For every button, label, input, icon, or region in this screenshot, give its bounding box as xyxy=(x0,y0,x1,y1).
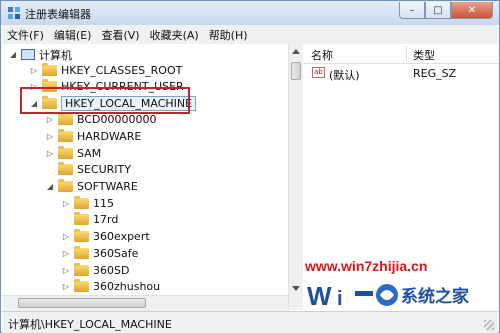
svg-text:i: i xyxy=(337,288,343,310)
tree-item-360safe[interactable]: ▷ 360Safe xyxy=(61,245,138,262)
close-button[interactable]: ✕ xyxy=(451,2,493,19)
folder-icon xyxy=(74,246,89,259)
folder-icon xyxy=(58,112,73,125)
tree-item-hkcr[interactable]: ▷ HKEY_CLASSES_ROOT xyxy=(29,62,182,79)
tree-vertical-scrollbar[interactable] xyxy=(288,44,303,310)
tree-item-360expert[interactable]: ▷ 360expert xyxy=(61,228,150,245)
folder-icon xyxy=(58,146,73,159)
tree-item-label: SAM xyxy=(77,147,102,160)
watermark-url: www.win7zhijia.cn xyxy=(305,258,428,274)
folder-icon xyxy=(74,279,89,292)
collapse-arrow-icon[interactable]: ◢ xyxy=(45,182,55,191)
expand-arrow-icon[interactable]: ▷ xyxy=(61,282,71,291)
menu-view[interactable]: 查看(V) xyxy=(96,27,144,43)
regedit-app-icon xyxy=(8,7,20,19)
tree-horizontal-scrollbar[interactable] xyxy=(2,295,288,311)
menu-help[interactable]: 帮助(H) xyxy=(204,27,253,43)
tree-item-label: HARDWARE xyxy=(77,130,142,143)
menu-bar: 文件(F) 编辑(E) 查看(V) 收藏夹(A) 帮助(H) xyxy=(2,25,498,45)
folder-icon xyxy=(42,63,57,76)
folder-icon xyxy=(74,196,89,209)
folder-icon xyxy=(58,162,73,175)
value-row[interactable]: ab (默认) REG_SZ xyxy=(303,65,499,82)
tree-item-label: 360expert xyxy=(93,230,150,243)
tree-item-sam[interactable]: ▷ SAM xyxy=(45,145,101,162)
string-value-icon: ab xyxy=(312,67,325,78)
column-header-type[interactable]: 类型 xyxy=(413,47,435,63)
folder-icon xyxy=(74,212,89,225)
status-path: 计算机\HKEY_LOCAL_MACHINE xyxy=(8,318,172,331)
tree-item-label: SOFTWARE xyxy=(77,180,138,193)
scroll-thumb[interactable] xyxy=(291,62,301,80)
expand-arrow-icon[interactable]: ▷ xyxy=(45,149,55,158)
tree-item-360sd[interactable]: ▷ 360SD xyxy=(61,262,129,279)
folder-icon xyxy=(74,229,89,242)
tree-item-115[interactable]: ▷ 115 xyxy=(61,195,114,212)
values-list-header: 名称 类型 xyxy=(303,44,499,64)
menu-favorites[interactable]: 收藏夹(A) xyxy=(145,27,204,43)
highlight-annotation xyxy=(20,87,190,114)
watermark-logo: W i 系统之家 xyxy=(307,281,469,311)
folder-icon xyxy=(58,179,73,192)
expand-arrow-icon[interactable]: ▷ xyxy=(61,249,71,258)
expand-arrow-icon[interactable]: ▷ xyxy=(29,66,39,75)
tree-item-360zhushou[interactable]: ▷ 360zhushou xyxy=(61,278,160,295)
minimize-button[interactable]: – xyxy=(399,2,425,19)
tree-item-label: 115 xyxy=(93,197,114,210)
tree-item-computer[interactable]: ◢ 计算机 xyxy=(8,46,72,63)
window-title: 注册表编辑器 xyxy=(25,8,91,21)
menu-file[interactable]: 文件(F) xyxy=(2,27,49,43)
scroll-down-icon[interactable] xyxy=(292,286,300,291)
registry-tree[interactable]: ◢ 计算机 ▷ HKEY_CLASSES_ROOT ▷ HKEY_CURRENT… xyxy=(2,44,289,310)
regedit-window: 注册表编辑器 – □ ✕ 文件(F) 编辑(E) 查看(V) 收藏夹(A) 帮助… xyxy=(0,0,500,333)
tree-item-label: 360Safe xyxy=(93,247,139,260)
title-bar[interactable]: 注册表编辑器 – □ ✕ xyxy=(1,1,499,25)
hscroll-thumb[interactable] xyxy=(18,298,146,308)
tree-item-security[interactable]: SECURITY xyxy=(45,161,131,178)
expand-arrow-icon[interactable]: ▷ xyxy=(45,115,55,124)
resize-grip-icon[interactable] xyxy=(484,320,494,330)
tree-item-label: HKEY_CLASSES_ROOT xyxy=(61,64,183,77)
tree-item-software[interactable]: ◢ SOFTWARE xyxy=(45,178,138,195)
expand-arrow-icon[interactable]: ▷ xyxy=(61,199,71,208)
folder-icon xyxy=(58,129,73,142)
tree-item-label: 360SD xyxy=(93,264,130,277)
expand-arrow-icon[interactable]: ▷ xyxy=(61,232,71,241)
folder-icon xyxy=(74,263,89,276)
maximize-button[interactable]: □ xyxy=(425,2,451,19)
tree-item-label: 计算机 xyxy=(39,48,72,62)
scroll-up-icon[interactable] xyxy=(292,49,300,54)
expand-arrow-icon[interactable]: ▷ xyxy=(61,266,71,275)
collapse-arrow-icon[interactable]: ◢ xyxy=(8,50,18,59)
tree-item-label: SECURITY xyxy=(77,163,131,176)
value-type: REG_SZ xyxy=(413,67,457,80)
value-name: (默认) xyxy=(329,69,360,82)
svg-text:系统之家: 系统之家 xyxy=(401,286,469,307)
window-controls: – □ ✕ xyxy=(399,2,493,20)
svg-text:W: W xyxy=(307,281,332,311)
tree-item-label: BCD00000000 xyxy=(77,113,157,126)
tree-item-hardware[interactable]: ▷ HARDWARE xyxy=(45,128,141,145)
tree-item-label: 17rd xyxy=(93,213,119,226)
tree-item-17rd[interactable]: 17rd xyxy=(61,211,118,228)
expand-arrow-icon[interactable]: ▷ xyxy=(45,132,55,141)
column-header-name[interactable]: 名称 xyxy=(311,47,333,63)
column-divider[interactable] xyxy=(406,46,407,61)
menu-edit[interactable]: 编辑(E) xyxy=(49,27,97,43)
computer-icon xyxy=(21,49,35,60)
tree-item-label: 360zhushou xyxy=(93,280,161,293)
status-bar: 计算机\HKEY_LOCAL_MACHINE xyxy=(2,311,498,333)
